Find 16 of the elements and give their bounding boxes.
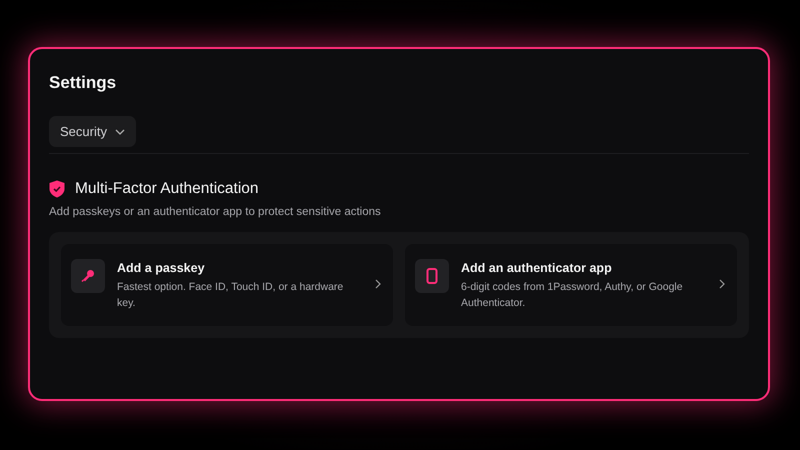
option-card[interactable]: Add an authenticator app 6-digit codes from 1Password, Authy, or Google Authenticator. [405,244,737,326]
section-title: Multi-Factor Authentication [75,180,259,198]
option-card[interactable]: Add a passkey Fastest option. Face ID, Touch ID, or a hardware key. [61,244,393,326]
chevron-down-icon [114,128,125,134]
key-icon [80,268,96,284]
option-description: 6-digit codes from 1Password, Authy, or Google Authenticator. [461,280,684,311]
option-description: Fastest option. Face ID, Touch ID, or a hardware key. [117,280,344,311]
section-description: Add passkeys or an authenticator app to protect sensitive actions [49,206,382,218]
panel-title: Settings [49,73,118,93]
phone-icon [426,268,438,284]
chevron-right-icon [375,279,381,289]
option-title: Add a passkey [117,261,206,275]
section-dropdown[interactable]: Security [49,116,136,147]
chevron-right-icon [719,279,725,289]
shield-check-icon [49,180,65,198]
option-title: Add an authenticator app [461,261,613,275]
